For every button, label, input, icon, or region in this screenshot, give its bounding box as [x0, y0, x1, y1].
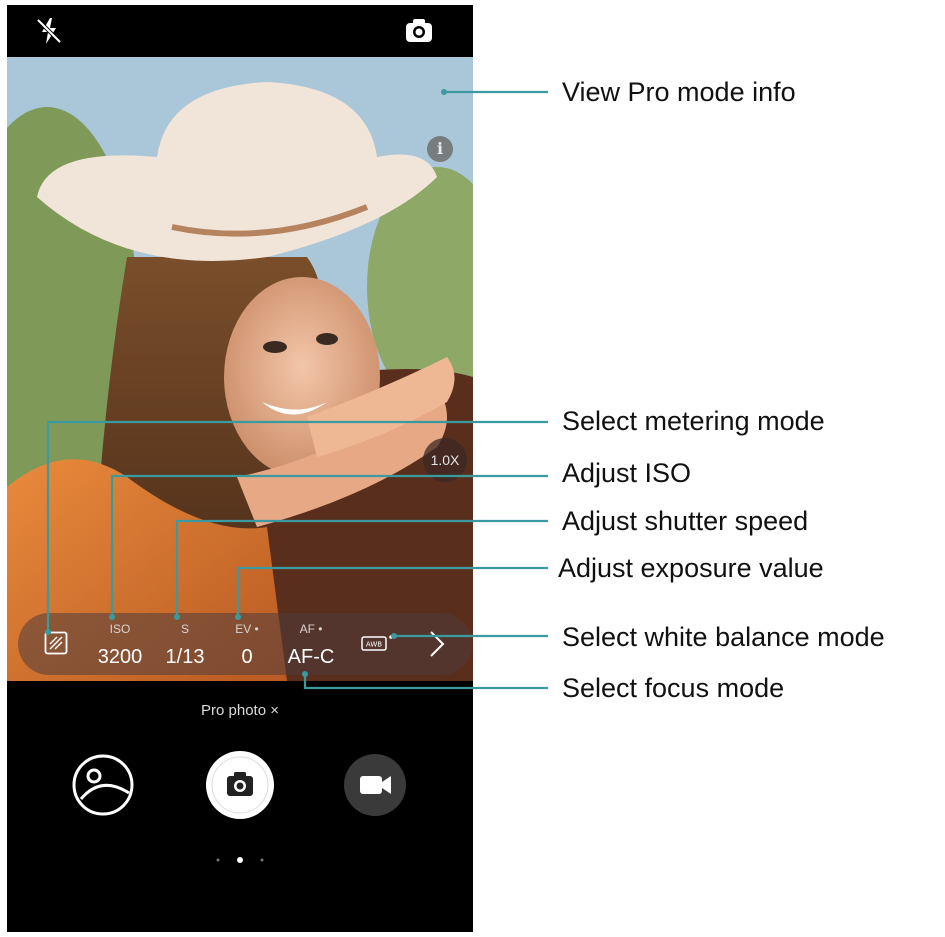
callout-exposure: Adjust exposure value: [558, 553, 824, 583]
shutter-value: 1/13: [165, 646, 205, 668]
shutter-label: S: [180, 622, 189, 636]
svg-text:AWB: AWB: [366, 641, 382, 649]
gallery-icon[interactable]: [71, 753, 135, 817]
iso-value: 3200: [97, 646, 143, 668]
chevron-right-icon[interactable]: [423, 629, 449, 659]
phone-screen: i 1.0X ISO 3200 S 1/13 EV • 0 AF • AF-C: [7, 5, 473, 932]
af-label: AF •: [299, 622, 323, 636]
viewfinder[interactable]: i 1.0X: [7, 57, 473, 681]
video-icon[interactable]: [343, 753, 407, 817]
ev-label: EV •: [235, 622, 259, 636]
callout-white-balance: Select white balance mode: [562, 622, 885, 652]
mode-label[interactable]: Pro photo ×: [7, 702, 473, 719]
callout-iso: Adjust ISO: [562, 458, 692, 488]
pro-info-button[interactable]: i: [427, 136, 453, 162]
flash-off-icon[interactable]: [33, 15, 65, 47]
metering-mode-icon[interactable]: [44, 631, 68, 655]
callout-shutter: Adjust shutter speed: [562, 506, 809, 536]
callout-metering: Select metering mode: [562, 406, 825, 436]
portrait-photo: [7, 57, 473, 681]
camera-switch-icon[interactable]: [403, 15, 435, 47]
ev-value: 0: [241, 646, 253, 668]
top-bar: [7, 5, 473, 57]
af-value: AF-C: [287, 646, 335, 668]
ev-control[interactable]: EV • 0: [224, 613, 270, 670]
awb-icon[interactable]: AWB: [361, 633, 395, 653]
iso-label: ISO: [109, 622, 131, 636]
page-indicator: [216, 857, 264, 863]
callout-focus: Select focus mode: [562, 673, 785, 703]
shutter-button[interactable]: [205, 750, 275, 820]
iso-control[interactable]: ISO 3200: [88, 613, 152, 670]
pro-controls-bar: ISO 3200 S 1/13 EV • 0 AF • AF-C AWB: [18, 613, 472, 675]
shutter-control[interactable]: S 1/13: [154, 613, 216, 670]
zoom-indicator[interactable]: 1.0X: [423, 438, 467, 482]
callout-view-info: View Pro mode info: [562, 77, 796, 107]
af-control[interactable]: AF • AF-C: [274, 613, 348, 670]
